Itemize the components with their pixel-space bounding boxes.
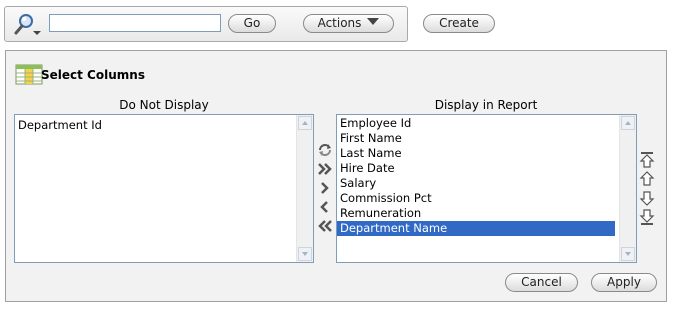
search-input[interactable] (49, 14, 221, 32)
list-item[interactable]: Department Id (15, 118, 293, 133)
do-not-display-list[interactable]: Department Id (14, 114, 314, 263)
create-button[interactable]: Create (423, 14, 495, 33)
do-not-display-heading: Do Not Display (119, 98, 209, 112)
scroll-up-icon[interactable] (298, 116, 312, 130)
move-left-icon[interactable] (316, 198, 334, 216)
list-item[interactable]: Hire Date (337, 161, 615, 176)
scroll-down-icon[interactable] (621, 247, 635, 261)
left-list-scrollbar[interactable] (296, 115, 313, 262)
move-top-icon[interactable] (638, 151, 656, 169)
move-up-icon[interactable] (638, 170, 656, 188)
move-all-right-icon[interactable] (316, 160, 334, 178)
go-button[interactable]: Go (228, 14, 276, 33)
list-item[interactable]: Salary (337, 176, 615, 191)
search-icon[interactable] (13, 12, 43, 38)
move-down-icon[interactable] (638, 189, 656, 207)
scroll-up-icon[interactable] (621, 116, 635, 130)
display-in-report-heading: Display in Report (434, 98, 538, 112)
apply-button[interactable]: Apply (591, 273, 657, 292)
list-item[interactable]: First Name (337, 131, 615, 146)
move-all-left-icon[interactable] (316, 217, 334, 235)
actions-label: Actions (317, 16, 362, 30)
list-item[interactable]: Last Name (337, 146, 615, 161)
move-bottom-icon[interactable] (638, 208, 656, 226)
cancel-button[interactable]: Cancel (505, 273, 578, 292)
reset-icon[interactable] (316, 141, 334, 159)
scroll-down-icon[interactable] (298, 247, 312, 261)
list-item[interactable]: Employee Id (337, 116, 615, 131)
list-item[interactable]: Commission Pct (337, 191, 615, 206)
list-item[interactable]: Remuneration (337, 206, 615, 221)
chevron-down-icon (367, 18, 380, 25)
search-toolbar: Go Actions (4, 6, 408, 42)
display-in-report-list[interactable]: Employee Id First Name Last Name Hire Date S… (336, 114, 637, 263)
list-item[interactable]: Department Name (337, 221, 615, 236)
actions-button[interactable]: Actions (303, 14, 394, 33)
panel-title: Select Columns (41, 68, 145, 82)
move-right-icon[interactable] (316, 179, 334, 197)
right-list-scrollbar[interactable] (619, 115, 636, 262)
